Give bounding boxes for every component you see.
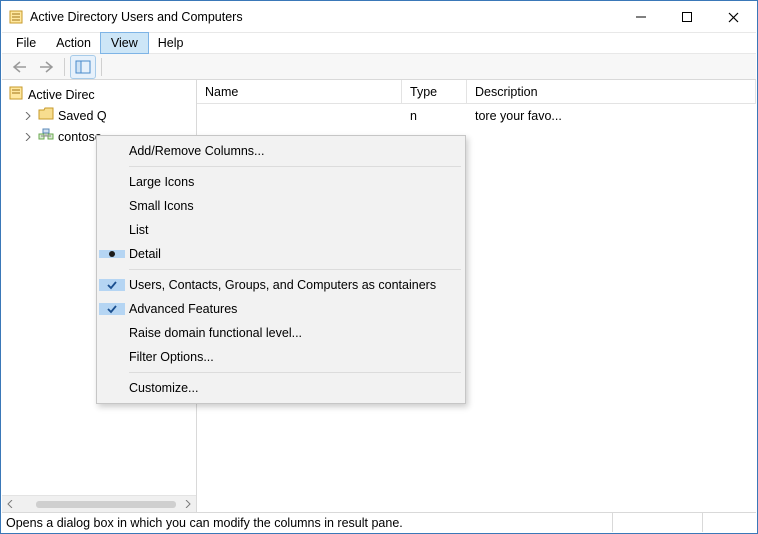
- menu-separator: [129, 372, 461, 373]
- folder-icon: [38, 107, 54, 124]
- column-headers: Name Type Description: [197, 80, 756, 104]
- check-icon: [99, 279, 125, 291]
- app-window: Active Directory Users and Computers Fil…: [0, 0, 758, 534]
- toolbar: [2, 54, 756, 80]
- menu-file[interactable]: File: [6, 33, 46, 53]
- menu-help[interactable]: Help: [148, 33, 194, 53]
- status-segment: [612, 513, 702, 532]
- minimize-button[interactable]: [618, 2, 664, 32]
- scroll-left-icon[interactable]: [2, 500, 18, 508]
- cell-description: tore your favo...: [467, 106, 756, 126]
- tree-saved-queries[interactable]: Saved Q: [8, 105, 196, 126]
- status-segment: [702, 513, 752, 532]
- domain-icon: [38, 128, 54, 145]
- menu-large-icons[interactable]: Large Icons: [99, 170, 463, 194]
- statusbar: Opens a dialog box in which you can modi…: [2, 512, 756, 532]
- view-dropdown: Add/Remove Columns... Large Icons Small …: [96, 135, 466, 404]
- back-button[interactable]: [8, 56, 32, 78]
- menu-label: Raise domain functional level...: [125, 326, 306, 340]
- menu-view[interactable]: View: [101, 33, 148, 53]
- tree-horizontal-scrollbar[interactable]: [2, 495, 196, 512]
- menu-action[interactable]: Action: [46, 33, 101, 53]
- menu-label: Filter Options...: [125, 350, 218, 364]
- tree-root[interactable]: Active Direc: [8, 84, 196, 105]
- cell-type: n: [402, 106, 467, 126]
- menu-advanced-features[interactable]: Advanced Features: [99, 297, 463, 321]
- cell-name: [197, 106, 402, 126]
- menu-label: Detail: [125, 247, 165, 261]
- app-icon: [8, 9, 24, 25]
- maximize-button[interactable]: [664, 2, 710, 32]
- menu-label: Users, Contacts, Groups, and Computers a…: [125, 278, 440, 292]
- titlebar: Active Directory Users and Computers: [2, 2, 756, 32]
- menu-separator: [129, 166, 461, 167]
- menu-add-remove-columns[interactable]: Add/Remove Columns...: [99, 139, 463, 163]
- tree-saved-queries-label: Saved Q: [58, 109, 107, 123]
- menu-label: Large Icons: [125, 175, 198, 189]
- radio-selected-icon: [99, 250, 125, 258]
- menu-label: List: [125, 223, 152, 237]
- scrollbar-thumb[interactable]: [36, 501, 176, 508]
- toolbar-separator: [64, 58, 65, 76]
- scroll-right-icon[interactable]: [180, 496, 196, 512]
- menu-small-icons[interactable]: Small Icons: [99, 194, 463, 218]
- menu-customize[interactable]: Customize...: [99, 376, 463, 400]
- menu-users-contacts[interactable]: Users, Contacts, Groups, and Computers a…: [99, 273, 463, 297]
- tree-root-label: Active Direc: [28, 88, 95, 102]
- window-controls: [618, 2, 756, 32]
- column-name[interactable]: Name: [197, 80, 402, 103]
- menu-list[interactable]: List: [99, 218, 463, 242]
- forward-button[interactable]: [34, 56, 58, 78]
- menubar: File Action View Help: [2, 32, 756, 54]
- expand-icon[interactable]: [22, 131, 34, 143]
- menu-label: Add/Remove Columns...: [125, 144, 268, 158]
- menu-separator: [129, 269, 461, 270]
- window-title: Active Directory Users and Computers: [30, 10, 618, 24]
- close-button[interactable]: [710, 2, 756, 32]
- menu-filter-options[interactable]: Filter Options...: [99, 345, 463, 369]
- expand-icon[interactable]: [22, 110, 34, 122]
- menu-raise-domain[interactable]: Raise domain functional level...: [99, 321, 463, 345]
- check-icon: [99, 303, 125, 315]
- list-row[interactable]: n tore your favo...: [197, 106, 756, 126]
- column-description[interactable]: Description: [467, 80, 756, 103]
- show-hide-tree-button[interactable]: [71, 56, 95, 78]
- menu-label: Advanced Features: [125, 302, 241, 316]
- menu-detail[interactable]: Detail: [99, 242, 463, 266]
- directory-icon: [8, 85, 24, 104]
- column-type[interactable]: Type: [402, 80, 467, 103]
- content-area: Active Direc Saved Q contoso: [2, 80, 756, 512]
- status-text: Opens a dialog box in which you can modi…: [6, 516, 612, 530]
- toolbar-separator: [101, 58, 102, 76]
- menu-label: Customize...: [125, 381, 202, 395]
- menu-label: Small Icons: [125, 199, 198, 213]
